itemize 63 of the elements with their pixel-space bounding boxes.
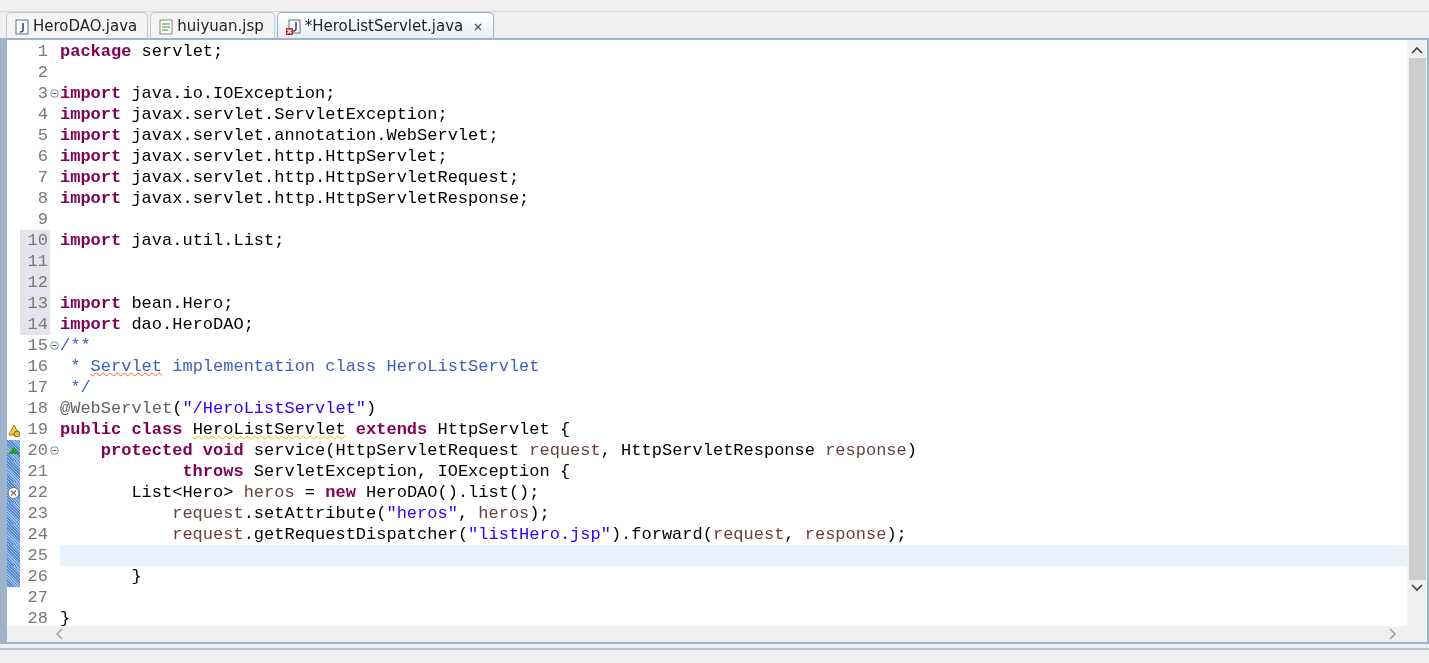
- line-number: 15: [26, 335, 49, 356]
- code-line: request.setAttribute("heros", heros);: [171, 504, 550, 523]
- java-file-icon: [15, 18, 29, 35]
- line-number: 23: [26, 503, 49, 524]
- line-number: 24: [26, 524, 49, 545]
- line-number: 18: [26, 398, 49, 419]
- line-number: 2: [36, 62, 49, 83]
- collapse-icon[interactable]: [50, 446, 59, 455]
- line-number: 19: [26, 419, 49, 440]
- code-line: import bean.Hero;: [60, 294, 234, 313]
- line-number: 11: [20, 251, 50, 272]
- line-number: 4: [36, 104, 49, 125]
- line-number: 13: [20, 293, 50, 314]
- line-number: 21: [26, 461, 49, 482]
- code-line: package servlet;: [60, 42, 224, 61]
- line-number: 14: [20, 314, 50, 335]
- scroll-up-icon[interactable]: [1411, 46, 1423, 54]
- scroll-down-icon[interactable]: [1411, 584, 1423, 592]
- editor-tab[interactable]: *HeroListServlet.java: [276, 12, 495, 38]
- code-line: protected void service(HttpServletRequest request, HttpServletResponse response): [99, 441, 917, 460]
- code-line: List<Hero> heros = new HeroDAO().list();: [130, 483, 540, 502]
- collapse-icon[interactable]: [50, 89, 59, 98]
- scrollbar-thumb[interactable]: [1408, 58, 1426, 580]
- line-number: 1: [36, 41, 49, 62]
- code-line: import javax.servlet.http.HttpServlet;: [60, 147, 448, 166]
- editor-tab[interactable]: huiyuan.jsp: [150, 12, 275, 38]
- line-number: 26: [26, 566, 49, 587]
- code-line: /**: [60, 336, 91, 355]
- java-file-error-icon: [285, 18, 301, 35]
- collapse-icon[interactable]: [50, 341, 59, 350]
- code-line: * Servlet implementation class HeroListServlet: [69, 357, 540, 376]
- line-number: 6: [36, 146, 49, 167]
- line-number: 8: [36, 188, 49, 209]
- line-number: 27: [26, 587, 49, 608]
- code-line: }: [130, 567, 142, 586]
- code-line: import java.io.IOException;: [60, 84, 336, 103]
- code-line: import javax.servlet.annotation.WebServlet;: [60, 126, 499, 145]
- close-icon[interactable]: [473, 21, 484, 32]
- line-number: 22: [26, 482, 49, 503]
- code-line: }: [60, 609, 71, 628]
- code-line: import javax.servlet.http.HttpServletResponse;: [60, 189, 530, 208]
- document-icon: [159, 18, 174, 35]
- code-line: import javax.servlet.http.HttpServletRequest;: [60, 168, 520, 187]
- code-line: @WebServlet("/HeroListServlet"): [60, 399, 377, 418]
- code-line: import dao.HeroDAO;: [60, 315, 254, 334]
- editor-tab[interactable]: HeroDAO.java: [6, 12, 149, 38]
- line-number: 20: [26, 440, 49, 461]
- code-line: */: [69, 378, 91, 397]
- line-number: 3: [36, 83, 49, 104]
- line-number: 9: [36, 209, 49, 230]
- line-number: 16: [26, 356, 49, 377]
- code-line: import javax.servlet.ServletException;: [60, 105, 448, 124]
- line-number: 7: [36, 167, 49, 188]
- code-line: import java.util.List;: [60, 231, 285, 250]
- code-line: request.getRequestDispatcher("listHero.jsp").forward(request, response);: [171, 525, 907, 544]
- code-line: throws ServletException, IOException {: [181, 462, 571, 481]
- line-number: 10: [20, 230, 50, 251]
- line-number: 12: [20, 272, 50, 293]
- code-line: public class HeroListServlet extends HttpServlet {: [60, 420, 571, 439]
- line-number: 5: [36, 125, 49, 146]
- line-number: 28: [26, 608, 49, 629]
- line-number: 17: [26, 377, 49, 398]
- line-number: 25: [26, 545, 49, 566]
